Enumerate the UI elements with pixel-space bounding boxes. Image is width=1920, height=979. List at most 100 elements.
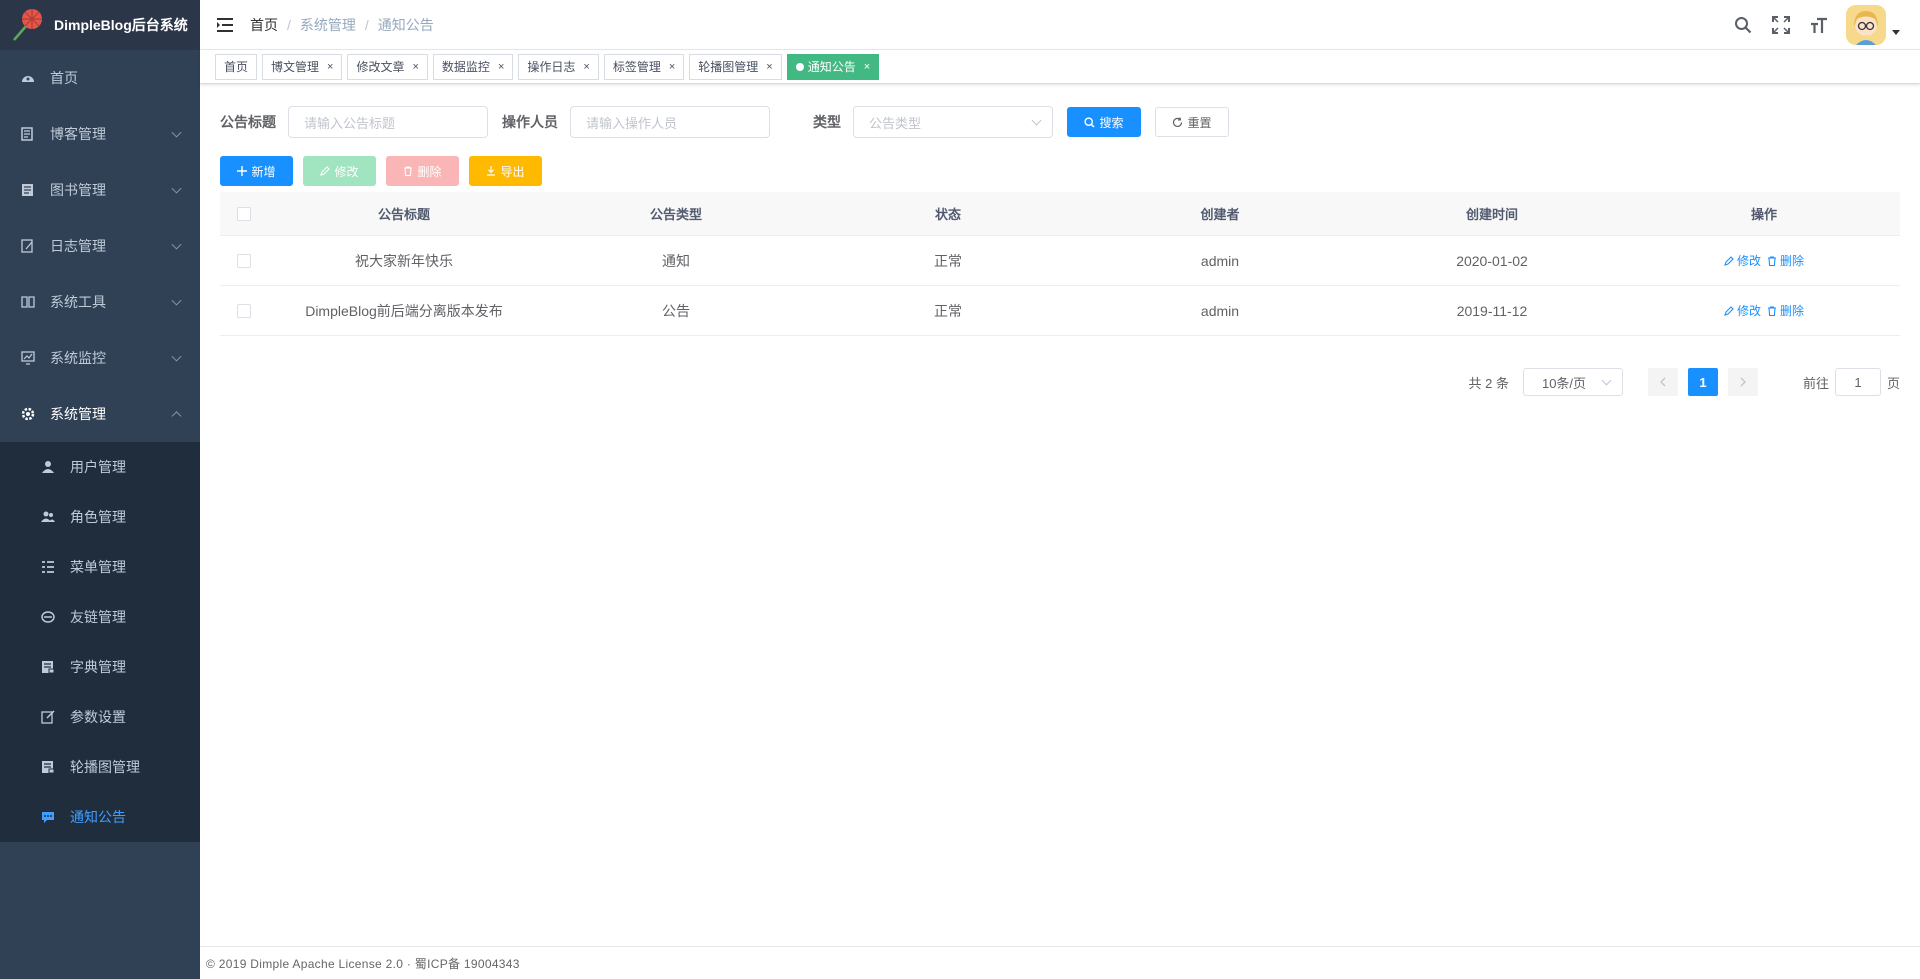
goto-page-input[interactable]: 1 (1834, 368, 1881, 396)
row-checkbox[interactable] (237, 303, 251, 318)
row-edit-button[interactable]: 修改 (1724, 252, 1761, 269)
sidebar-item-carousel[interactable]: 轮播图管理 (0, 742, 200, 792)
sidebar-item-menus[interactable]: 菜单管理 (0, 542, 200, 592)
notice-type-select[interactable]: 公告类型 (853, 106, 1053, 138)
cell-status: 正常 (934, 252, 962, 269)
chevron-down-icon (1601, 375, 1612, 386)
close-icon[interactable]: × (327, 55, 333, 79)
pagination-total: 共 2 条 (1468, 375, 1509, 391)
close-icon[interactable]: × (498, 55, 504, 79)
tag-home[interactable]: 首页 (215, 53, 258, 80)
hamburger-button[interactable] (200, 0, 250, 50)
sidebar-item-logs[interactable]: 日志管理 (0, 218, 200, 274)
sidebar-item-users[interactable]: 用户管理 (0, 442, 200, 492)
prev-page-button[interactable] (1647, 368, 1678, 396)
carousel-icon (40, 759, 56, 775)
sidebar-item-books[interactable]: 图书管理 (0, 162, 200, 218)
submenu-system: 用户管理 角色管理 菜单管理 友链管理 字典管理 参数设置 轮播图管理 通知公告 (0, 442, 200, 842)
cell-status: 正常 (934, 302, 962, 319)
chevron-left-icon (1660, 377, 1666, 387)
sidebar-item-system[interactable]: 系统管理 (0, 386, 200, 442)
fullscreen-button[interactable] (1762, 0, 1800, 50)
edit-icon (320, 166, 331, 176)
logo[interactable]: DimpleBlog后台系统 (0, 0, 200, 50)
avatar (1846, 5, 1886, 45)
close-icon[interactable]: × (412, 55, 418, 79)
edit-button-label: 修改 (334, 164, 359, 179)
tag-carousel-manage[interactable]: 轮播图管理 × (689, 53, 782, 80)
plus-icon (237, 166, 248, 176)
close-icon[interactable]: × (669, 55, 675, 79)
operator-input[interactable]: 请输入操作人员 (570, 106, 770, 138)
navbar: 首页 / 系统管理 / 通知公告 (200, 0, 1920, 50)
sidebar-item-blog[interactable]: 博客管理 (0, 106, 200, 162)
main-content: 公告标题 请输入公告标题 操作人员 请输入操作人员 类型 公告类型 搜索 重置 … (200, 84, 1920, 946)
sidebar-item-label: 日志管理 (50, 238, 106, 254)
next-page-button[interactable] (1727, 368, 1758, 396)
cell-operations: 修改 删除 (1628, 252, 1900, 269)
avatar-dropdown[interactable] (1846, 5, 1900, 45)
sidebar-item-label: 图书管理 (50, 182, 106, 198)
tag-label: 标签管理 (612, 59, 661, 74)
app-title: DimpleBlog后台系统 (54, 17, 188, 33)
fullscreen-icon (1772, 16, 1790, 34)
export-button[interactable]: 导出 (469, 156, 542, 186)
breadcrumb-item-system: 系统管理 (299, 16, 356, 33)
sidebar-item-roles[interactable]: 角色管理 (0, 492, 200, 542)
add-button[interactable]: 新增 (220, 156, 293, 186)
trash-icon (403, 166, 413, 176)
cell-created: 2019-11-12 (1456, 302, 1528, 319)
row-checkbox[interactable] (237, 253, 251, 268)
sidebar-item-links[interactable]: 友链管理 (0, 592, 200, 642)
add-button-label: 新增 (251, 164, 276, 179)
cell-operations: 修改 删除 (1628, 302, 1900, 319)
row-delete-button[interactable]: 删除 (1767, 252, 1804, 269)
notice-title-input[interactable]: 请输入公告标题 (288, 106, 488, 138)
tag-tag-manage[interactable]: 标签管理 × (603, 53, 685, 80)
operator-label: 操作人员 (502, 114, 558, 130)
sidebar-item-label: 角色管理 (70, 509, 126, 525)
close-icon[interactable]: × (583, 55, 589, 79)
book-icon (20, 182, 36, 198)
sidebar-item-label: 博客管理 (50, 126, 106, 142)
page-size-select[interactable]: 10条/页 (1522, 368, 1623, 396)
cell-creator: admin (1200, 252, 1240, 269)
chevron-right-icon (1740, 377, 1746, 387)
row-edit-button[interactable]: 修改 (1724, 302, 1761, 319)
search-button[interactable]: 搜索 (1067, 107, 1141, 137)
edit-button[interactable]: 修改 (303, 156, 376, 186)
trash-icon (1768, 305, 1776, 316)
column-header: 操作 (1750, 207, 1777, 222)
sidebar-item-label: 首页 (50, 70, 78, 86)
row-delete-button[interactable]: 删除 (1767, 302, 1804, 319)
sidebar-item-tools[interactable]: 系统工具 (0, 274, 200, 330)
tag-operation-log[interactable]: 操作日志 × (518, 53, 599, 80)
tag-blog-manage[interactable]: 博文管理 × (262, 53, 343, 80)
sidebar-item-label: 字典管理 (70, 659, 126, 675)
notice-title-placeholder: 请输入公告标题 (304, 115, 396, 131)
table-header: 公告标题 公告类型 状态 创建者 创建时间 操作 (220, 192, 1900, 236)
sidebar-item-home[interactable]: 首页 (0, 50, 200, 106)
search-button[interactable] (1724, 0, 1762, 50)
page-number-button[interactable]: 1 (1687, 368, 1718, 396)
close-icon[interactable]: × (864, 55, 870, 79)
tag-notice[interactable]: 通知公告 × (786, 53, 880, 80)
search-icon (1735, 17, 1752, 34)
breadcrumb-separator: / (287, 16, 291, 33)
font-size-button[interactable] (1800, 0, 1838, 50)
sidebar-item-notice[interactable]: 通知公告 (0, 792, 200, 842)
close-icon[interactable]: × (766, 55, 772, 79)
footer-text: © 2019 Dimple Apache License 2.0 · 蜀ICP备… (206, 956, 520, 971)
log-icon (20, 238, 36, 254)
sidebar-item-dict[interactable]: 字典管理 (0, 642, 200, 692)
reset-button[interactable]: 重置 (1155, 107, 1229, 137)
user-icon (40, 459, 56, 475)
select-all-checkbox[interactable] (237, 206, 251, 221)
notice-table: 公告标题 公告类型 状态 创建者 创建时间 操作 祝大家新年快乐 通知 正常 a… (220, 192, 1900, 336)
breadcrumb-item-home[interactable]: 首页 (250, 15, 278, 35)
tag-edit-article[interactable]: 修改文章 × (347, 53, 428, 80)
sidebar-item-monitor[interactable]: 系统监控 (0, 330, 200, 386)
tag-data-monitor[interactable]: 数据监控 × (432, 53, 514, 80)
sidebar-item-config[interactable]: 参数设置 (0, 692, 200, 742)
delete-button[interactable]: 删除 (386, 156, 459, 186)
